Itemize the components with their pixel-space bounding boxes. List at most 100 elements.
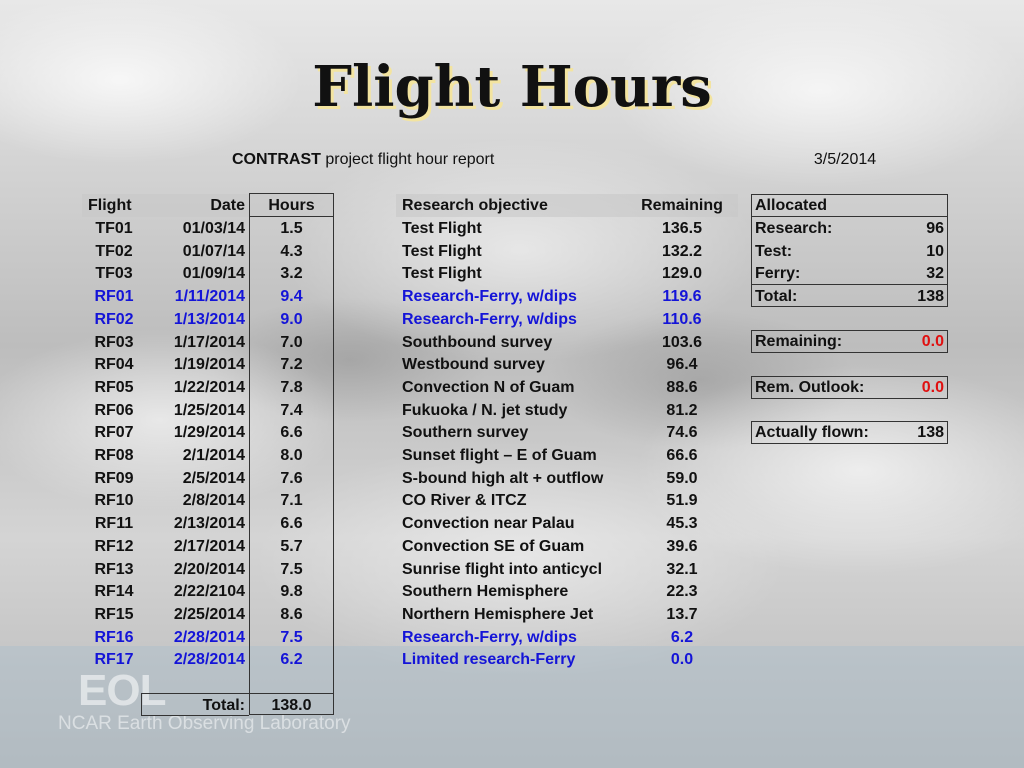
cell-remaining: 22.3	[666, 583, 698, 600]
cell-flight: RF16	[94, 629, 134, 646]
cell-date: 2/25/2014	[173, 606, 245, 623]
cell-flight: RF03	[94, 334, 134, 351]
cell-remaining: 32.1	[666, 561, 698, 578]
cell-remaining: 13.7	[666, 606, 698, 623]
cell-objective: Southern Hemisphere	[402, 583, 569, 600]
cell-hours: 3.2	[280, 265, 303, 282]
cell-flight: RF04	[94, 356, 134, 373]
cell-objective: Southern survey	[402, 424, 529, 441]
cell-objective: Convection near Palau	[402, 515, 575, 532]
cell-date: 2/1/2014	[182, 447, 245, 464]
allocated-header: Allocated	[755, 197, 828, 214]
report-subtitle-text: project flight hour report	[320, 151, 495, 168]
cell-flight: RF08	[94, 447, 134, 464]
cell-remaining: 39.6	[666, 538, 698, 555]
cell-objective: Research-Ferry, w/dips	[402, 629, 577, 646]
cell-date: 2/22/2104	[173, 583, 245, 600]
cell-flight: TF02	[95, 243, 133, 260]
cell-hours: 8.6	[280, 606, 303, 623]
allocated-test-label: Test:	[755, 243, 793, 260]
cell-remaining: 119.6	[662, 288, 702, 305]
header-flight: Flight	[88, 197, 132, 214]
cell-hours: 6.6	[280, 424, 303, 441]
header-hours: Hours	[268, 197, 315, 214]
remaining-value: 0.0	[921, 333, 944, 350]
cell-objective: Southbound survey	[402, 334, 553, 351]
cell-objective: Convection N of Guam	[402, 379, 575, 396]
allocated-ferry-value: 32	[926, 265, 944, 282]
cell-date: 01/07/14	[182, 243, 245, 260]
cell-flight: TF03	[95, 265, 133, 282]
report-date: 3/5/2014	[813, 151, 877, 168]
cell-flight: RF01	[94, 288, 134, 305]
cell-remaining: 129.0	[661, 265, 703, 282]
header-remaining: Remaining	[641, 197, 723, 214]
cell-flight: RF13	[94, 561, 134, 578]
allocated-research-value: 96	[926, 220, 944, 237]
cell-flight: RF11	[94, 515, 134, 532]
total-hours: 138.0	[271, 697, 312, 714]
cell-objective: Test Flight	[402, 243, 482, 260]
cell-date: 01/03/14	[182, 220, 245, 237]
cell-objective: Northern Hemisphere Jet	[402, 606, 594, 623]
cell-hours: 7.2	[280, 356, 303, 373]
allocated-ferry-label: Ferry:	[755, 265, 801, 282]
cell-flight: RF02	[94, 311, 134, 328]
cell-remaining: 81.2	[666, 402, 698, 419]
cell-objective: S-bound high alt + outflow	[402, 470, 604, 487]
allocated-test-value: 10	[926, 243, 944, 260]
cell-flight: RF10	[94, 492, 134, 509]
cell-hours: 9.4	[280, 288, 303, 305]
cell-objective: Limited research-Ferry	[402, 651, 576, 668]
remaining-label: Remaining:	[755, 333, 843, 350]
cell-hours: 7.4	[280, 402, 303, 419]
cell-flight: RF14	[94, 583, 134, 600]
cell-hours: 8.0	[280, 447, 303, 464]
cell-date: 1/19/2014	[173, 356, 245, 373]
flown-value: 138	[917, 424, 944, 441]
cell-date: 2/5/2014	[182, 470, 245, 487]
cell-remaining: 110.6	[662, 311, 702, 328]
outlook-value: 0.0	[921, 379, 944, 396]
cell-hours: 7.5	[280, 629, 303, 646]
cell-objective: Westbound survey	[402, 356, 545, 373]
cell-hours: 1.5	[280, 220, 303, 237]
cell-remaining: 6.2	[670, 629, 694, 646]
allocated-total-label: Total:	[755, 288, 798, 305]
cell-remaining: 51.9	[666, 492, 698, 509]
cell-remaining: 103.6	[661, 334, 703, 351]
cell-objective: Test Flight	[402, 220, 482, 237]
allocated-research-label: Research:	[755, 220, 833, 237]
cell-date: 1/29/2014	[173, 424, 245, 441]
cell-remaining: 45.3	[666, 515, 698, 532]
allocated-total-value: 138	[917, 288, 944, 305]
flown-label: Actually flown:	[755, 424, 869, 441]
cell-flight: RF07	[94, 424, 134, 441]
cell-hours: 7.0	[280, 334, 303, 351]
cell-flight: RF06	[94, 402, 134, 419]
cell-hours: 7.1	[280, 492, 303, 509]
cell-hours: 9.0	[280, 311, 303, 328]
cell-date: 1/25/2014	[173, 402, 245, 419]
cell-date: 01/09/14	[182, 265, 245, 282]
cell-date: 2/17/2014	[173, 538, 245, 555]
cell-date: 1/22/2014	[173, 379, 245, 396]
cell-objective: Test Flight	[402, 265, 482, 282]
cell-hours: 6.2	[280, 651, 303, 668]
cell-date: 2/8/2014	[182, 492, 245, 509]
cell-date: 2/13/2014	[173, 515, 245, 532]
project-name: CONTRAST	[232, 151, 321, 168]
cell-date: 2/28/2014	[173, 651, 245, 668]
cell-flight: TF01	[95, 220, 133, 237]
cell-flight: RF12	[94, 538, 134, 555]
cell-objective: Sunset flight – E of Guam	[402, 447, 597, 464]
cell-objective: Research-Ferry, w/dips	[402, 311, 577, 328]
cell-remaining: 136.5	[661, 220, 703, 237]
total-label: Total:	[202, 697, 245, 714]
cell-hours: 7.6	[280, 470, 303, 487]
cell-date: 2/28/2014	[173, 629, 245, 646]
cell-remaining: 66.6	[666, 447, 698, 464]
cell-remaining: 74.6	[666, 424, 698, 441]
cell-objective: Convection SE of Guam	[402, 538, 585, 555]
cell-objective: Research-Ferry, w/dips	[402, 288, 577, 305]
